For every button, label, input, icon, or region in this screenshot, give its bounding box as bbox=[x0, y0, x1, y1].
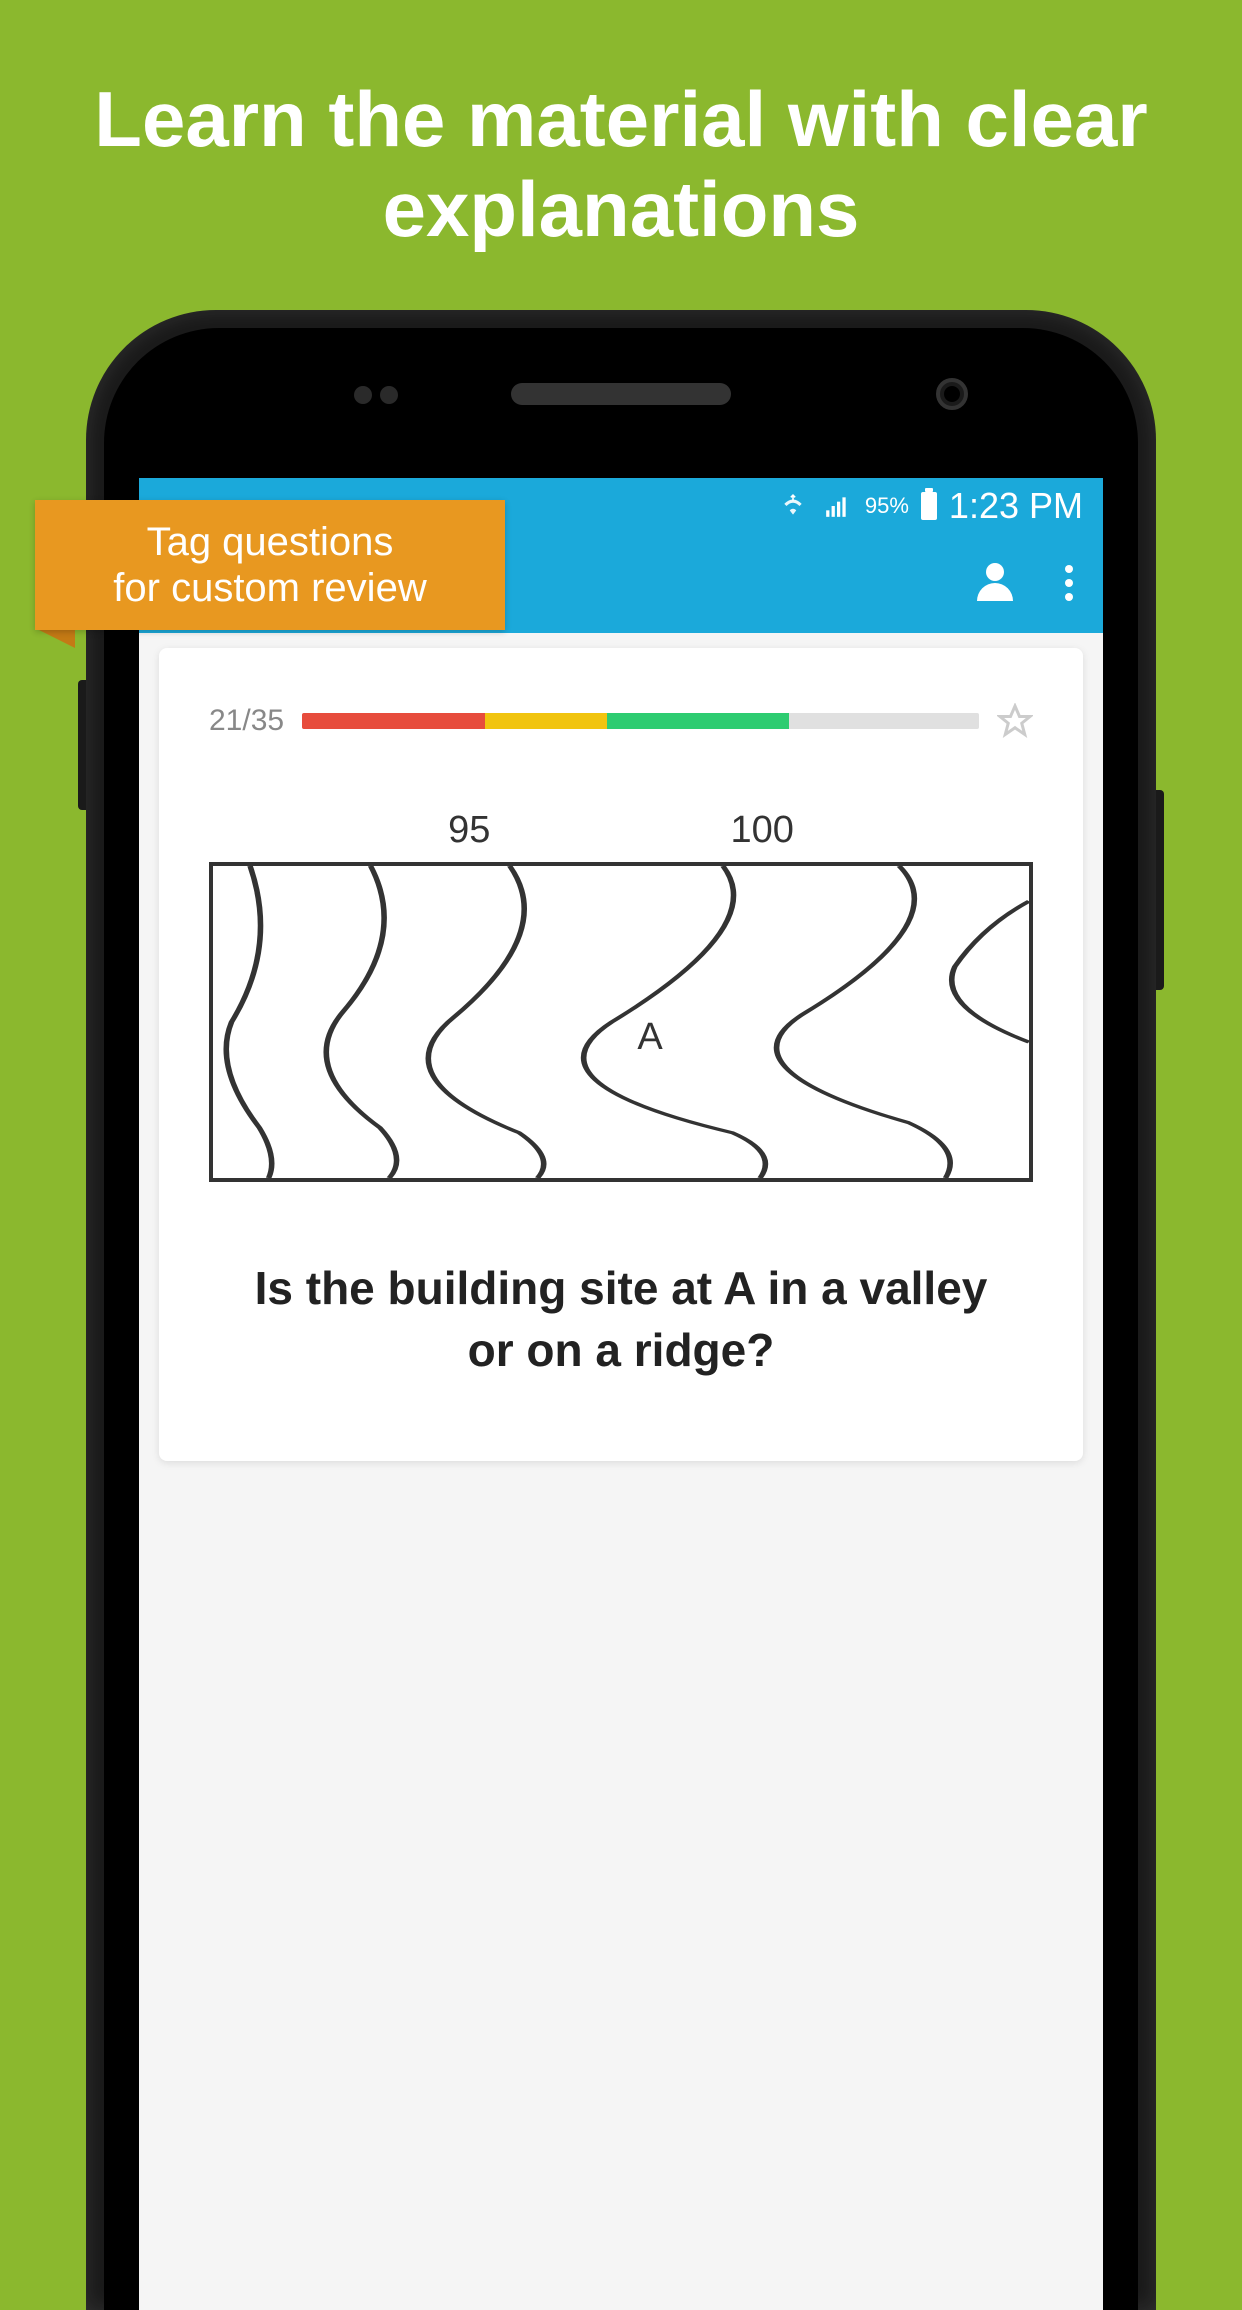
phone-side-button-right bbox=[1156, 790, 1164, 990]
contour-label-right: 100 bbox=[730, 809, 793, 852]
phone-side-button-left bbox=[78, 680, 86, 810]
callout-tail bbox=[35, 628, 75, 648]
battery-percent: 95% bbox=[865, 493, 909, 519]
contour-label-left: 95 bbox=[448, 809, 490, 852]
callout-line1: Tag questions bbox=[147, 519, 394, 565]
wifi-icon bbox=[777, 493, 809, 519]
diagram-marker-a: A bbox=[637, 1016, 662, 1059]
contour-diagram: A bbox=[209, 862, 1033, 1182]
phone-sensors bbox=[354, 386, 398, 404]
diagram-labels-row: 95 100 bbox=[209, 809, 1033, 852]
progress-bar bbox=[302, 713, 979, 729]
user-icon[interactable] bbox=[975, 563, 1015, 603]
progress-segment-remaining bbox=[789, 713, 979, 729]
progress-segment-red bbox=[302, 713, 485, 729]
phone-speaker bbox=[511, 383, 731, 405]
favorite-star-icon[interactable] bbox=[997, 703, 1033, 739]
progress-segment-yellow bbox=[485, 713, 607, 729]
overflow-menu-icon[interactable] bbox=[1065, 565, 1073, 601]
phone-screen: 95% 1:23 PM bbox=[139, 478, 1103, 2310]
battery-icon bbox=[921, 492, 937, 520]
question-card: 21/35 bbox=[159, 648, 1083, 1461]
phone-camera bbox=[936, 378, 968, 410]
question-text: Is the building site at A in a valley or… bbox=[209, 1257, 1033, 1381]
callout-line2: for custom review bbox=[113, 565, 426, 611]
status-time: 1:23 PM bbox=[949, 485, 1083, 527]
callout-banner: Tag questions for custom review bbox=[35, 500, 505, 630]
progress-segment-green bbox=[607, 713, 790, 729]
content-area: 21/35 bbox=[139, 633, 1103, 1476]
progress-row: 21/35 bbox=[209, 703, 1033, 739]
marketing-headline: Learn the material with clear explanatio… bbox=[0, 0, 1242, 254]
progress-counter: 21/35 bbox=[209, 704, 284, 738]
signal-icon bbox=[821, 493, 853, 519]
